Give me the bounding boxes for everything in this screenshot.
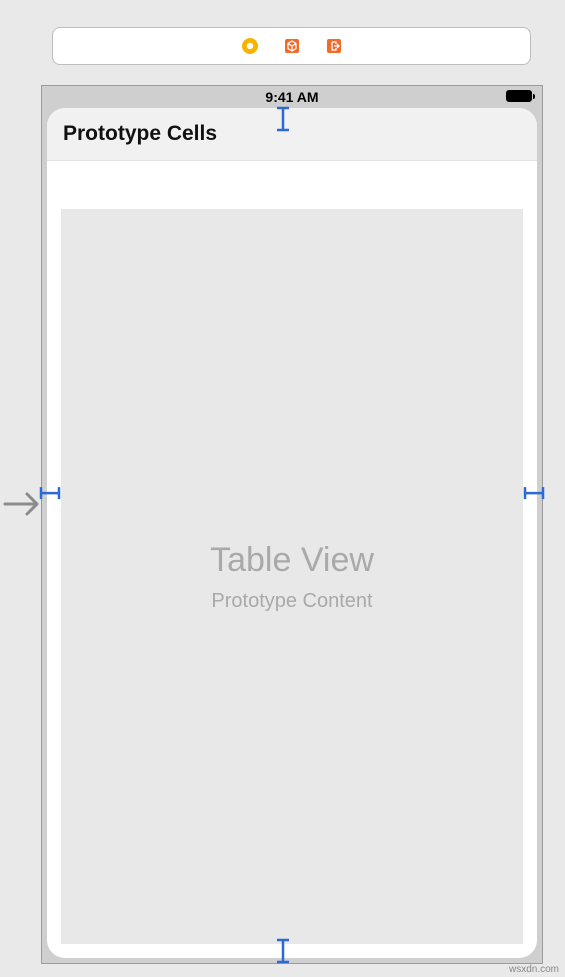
- status-bar: 9:41 AM: [42, 86, 542, 108]
- watermark: wsxdn.com: [509, 964, 559, 975]
- constraint-handle-right[interactable]: [523, 486, 545, 505]
- table-view-placeholder[interactable]: Table View Prototype Content: [61, 209, 523, 944]
- storyboard-entry-arrow[interactable]: [3, 488, 43, 525]
- constraint-handle-left[interactable]: [39, 486, 61, 505]
- first-responder-icon[interactable]: [282, 36, 302, 56]
- table-view-subtitle: Prototype Content: [211, 590, 372, 613]
- constraint-handle-bottom[interactable]: [276, 938, 290, 969]
- status-time: 9:41 AM: [265, 89, 318, 105]
- view-controller-icon[interactable]: [240, 36, 260, 56]
- exit-icon[interactable]: [324, 36, 344, 56]
- battery-icon: [506, 90, 532, 102]
- prototype-cell[interactable]: [47, 161, 537, 209]
- table-view-controller[interactable]: Prototype Cells Table View Prototype Con…: [47, 108, 537, 958]
- prototype-cells-header: Prototype Cells: [47, 108, 537, 161]
- constraint-handle-top[interactable]: [276, 106, 290, 137]
- device-canvas[interactable]: 9:41 AM Prototype Cells Table View Proto…: [41, 85, 543, 964]
- scene-toolbar: [52, 27, 531, 65]
- table-view-title: Table View: [210, 541, 374, 580]
